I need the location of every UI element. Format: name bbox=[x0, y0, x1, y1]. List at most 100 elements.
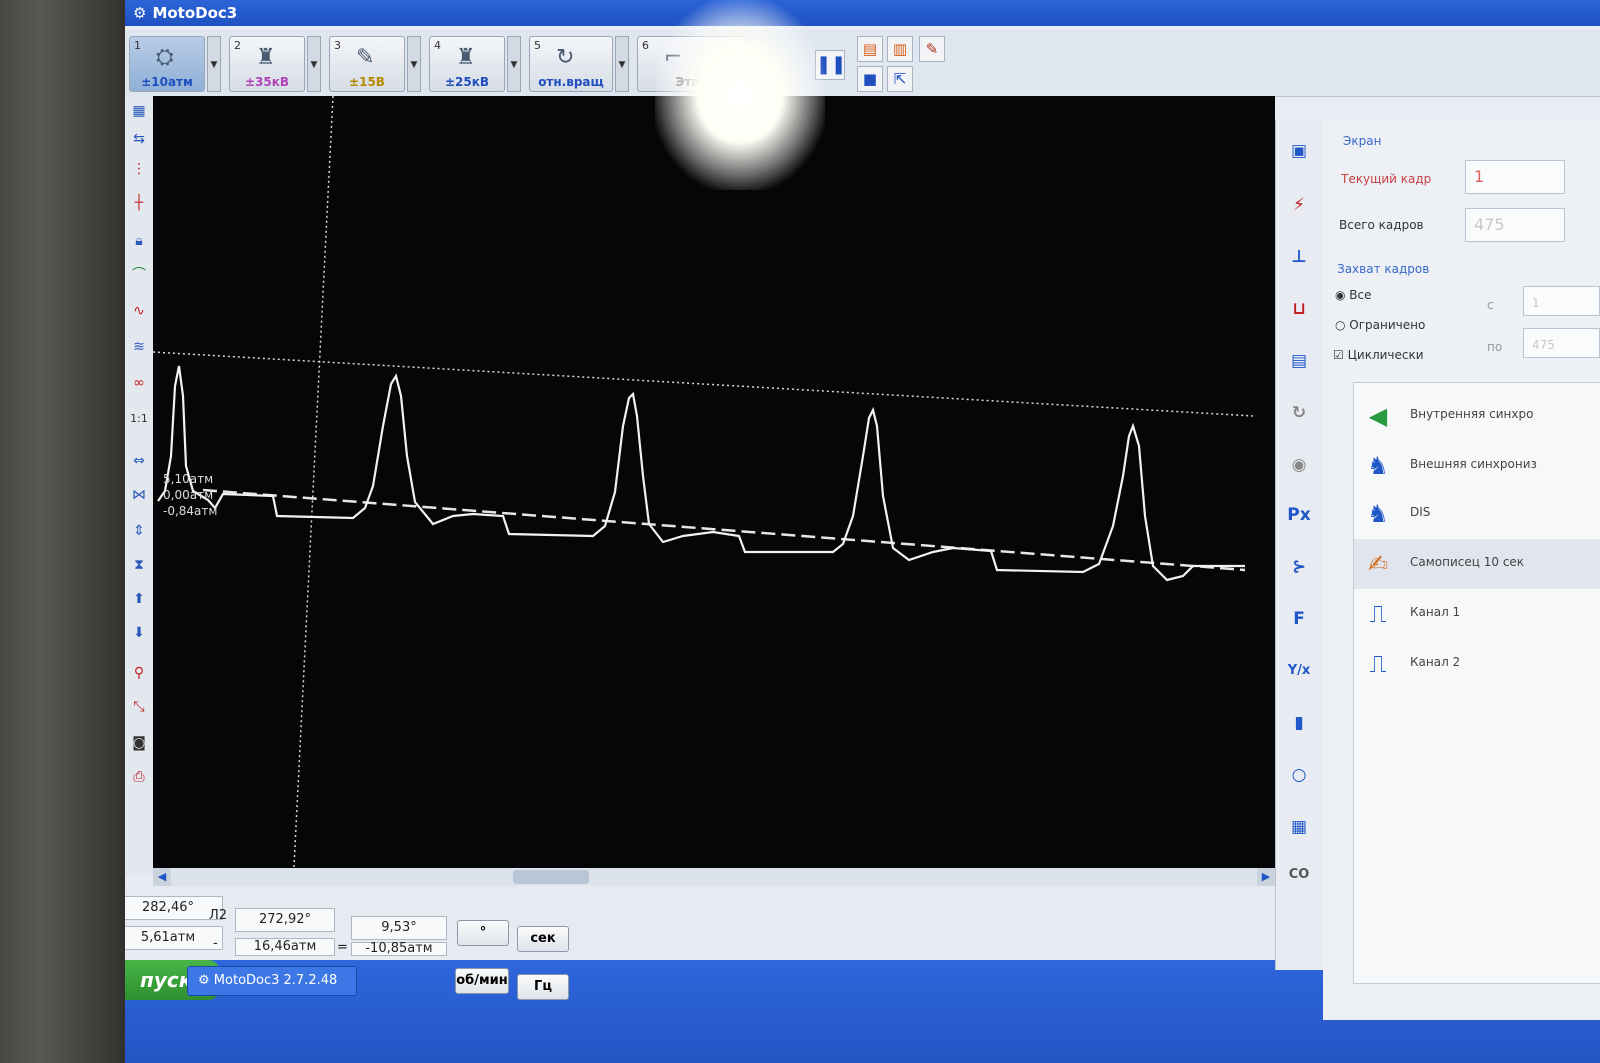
taskbar-item-motodoc[interactable]: ⚙ MotoDoc3 2.7.2.48 bbox=[187, 966, 357, 996]
px-button[interactable]: Px bbox=[1284, 500, 1314, 530]
pause-icon[interactable]: ❚❚ bbox=[815, 50, 846, 80]
list-item-selected[interactable]: ✍ Самописец 10 сек bbox=[1354, 539, 1600, 589]
refresh-icon[interactable]: ↻ bbox=[1284, 398, 1314, 428]
option-limited-radio[interactable]: ○ Ограничено bbox=[1335, 318, 1425, 332]
cursor-status-bar: Л1 282,46° 5,61атм Л2 - 272,92° 16,46атм… bbox=[125, 886, 1275, 956]
overlay-icon[interactable]: ∞ bbox=[128, 372, 150, 394]
mode-label: отн.вращ bbox=[538, 75, 604, 89]
toolbar: 1 ⛭ ±10атм ▼ 2 ♜ ±35кВ ▼ 3 ✎ ±15В ▼ 4 ♜ … bbox=[125, 30, 1600, 97]
calculator-icon[interactable]: ▦ bbox=[1284, 812, 1314, 842]
save-icon[interactable]: ■ bbox=[857, 66, 883, 92]
title-bar: ⚙ MotoDoc3 bbox=[125, 0, 1600, 26]
open-folder-icon[interactable]: ▤ bbox=[857, 36, 883, 62]
cursor-measure-icon[interactable]: ⊥ bbox=[1284, 242, 1314, 272]
co-button[interactable]: CO bbox=[1284, 860, 1314, 890]
mode-button-1[interactable]: 1 ⛭ ±10атм bbox=[129, 36, 205, 92]
monitor-icon[interactable]: ▣ bbox=[1284, 136, 1314, 166]
print-icon[interactable]: ⎙ bbox=[128, 766, 150, 788]
channel-2-icon: ⎍ bbox=[1369, 650, 1387, 678]
f-button[interactable]: F bbox=[1284, 604, 1314, 634]
wrench-icon[interactable]: ✎ bbox=[919, 36, 945, 62]
zoom-icon[interactable]: ⚲ bbox=[128, 662, 150, 684]
arrow-down-icon[interactable]: ⬇ bbox=[128, 622, 150, 644]
mode-button-4[interactable]: 4 ♜ ±25кВ bbox=[429, 36, 505, 92]
mode-4-dropdown[interactable]: ▼ bbox=[507, 36, 521, 92]
scroll-left-icon[interactable]: ◀ bbox=[153, 868, 171, 886]
readout-zero: 0,00атм bbox=[163, 488, 214, 502]
unit-seconds-button[interactable]: сек bbox=[517, 926, 569, 952]
filter-icon[interactable]: ⊱ bbox=[1284, 552, 1314, 582]
readout-min: -0,84атм bbox=[163, 504, 218, 518]
gear-icon: ⚙ bbox=[198, 973, 214, 988]
unit-hz-button[interactable]: Гц bbox=[517, 974, 569, 1000]
scale-1-1-icon[interactable]: 1:1 bbox=[128, 408, 150, 430]
rotation-icon: ↻ bbox=[556, 45, 575, 70]
mode-button-5[interactable]: 5 ↻ отн.вращ bbox=[529, 36, 613, 92]
scrollbar-thumb[interactable] bbox=[513, 870, 589, 884]
shrink-vertical-icon[interactable]: ⧗ bbox=[128, 554, 150, 576]
list-item-label: DIS bbox=[1410, 505, 1431, 519]
option-limited-label: Ограничено bbox=[1349, 318, 1426, 332]
settings-panel: Экран Текущий кадр 1 Всего кадров 475 За… bbox=[1323, 120, 1600, 1020]
multi-wave-icon[interactable]: ≋ bbox=[128, 336, 150, 358]
lock-icon[interactable]: 🔒︎ bbox=[128, 230, 150, 252]
list-item[interactable]: ◀ Внутренняя синхро bbox=[1354, 391, 1600, 441]
export-icon[interactable]: ⇱ bbox=[887, 66, 913, 92]
oscilloscope-display[interactable]: 5,10атм 0,00атм -0,84атм ◀ ▶ bbox=[153, 96, 1275, 886]
mode-2-dropdown[interactable]: ▼ bbox=[307, 36, 321, 92]
shrink-horizontal-icon[interactable]: ⋈ bbox=[128, 484, 150, 506]
camera-icon[interactable]: ◙ bbox=[128, 732, 150, 754]
list-item[interactable]: ⎍ Канал 2 bbox=[1354, 639, 1600, 689]
save-folder-icon[interactable]: ▥ bbox=[887, 36, 913, 62]
unit-rpm-button[interactable]: об/мин bbox=[455, 968, 509, 994]
list-item-label: Самописец 10 сек bbox=[1410, 555, 1525, 569]
total-frames-field: 475 bbox=[1465, 208, 1565, 242]
unit-degree-button[interactable]: ° bbox=[457, 920, 509, 946]
mode-button-3[interactable]: 3 ✎ ±15В bbox=[329, 36, 405, 92]
mode-button-2[interactable]: 2 ♜ ±35кВ bbox=[229, 36, 305, 92]
expand-vertical-icon[interactable]: ⇕ bbox=[128, 520, 150, 542]
mode-5-dropdown[interactable]: ▼ bbox=[615, 36, 629, 92]
mode-button-6[interactable]: 6 ⌐ Этал bbox=[637, 36, 747, 92]
horizontal-scrollbar[interactable]: ◀ ▶ bbox=[153, 868, 1275, 886]
from-input[interactable]: 1 bbox=[1523, 286, 1600, 316]
list-item[interactable]: ♞ Внешняя синхрониз bbox=[1354, 441, 1600, 491]
screen-section-title: Экран bbox=[1343, 134, 1382, 148]
mode-3-dropdown[interactable]: ▼ bbox=[407, 36, 421, 92]
to-input[interactable]: 475 bbox=[1523, 328, 1600, 358]
option-all-radio[interactable]: ◉ Все bbox=[1335, 288, 1372, 302]
sync-icon[interactable]: ⚡ bbox=[1284, 190, 1314, 220]
curve-icon[interactable]: ⌒ bbox=[128, 264, 150, 286]
l2-value-field: 16,46атм bbox=[235, 938, 335, 956]
mode-number: 1 bbox=[134, 39, 141, 52]
piston-icon: ⛭ bbox=[156, 45, 174, 70]
mode-number: 3 bbox=[334, 39, 341, 52]
l1-value-field: 5,61атм bbox=[125, 926, 223, 950]
arrow-up-icon[interactable]: ⬆ bbox=[128, 588, 150, 610]
list-item[interactable]: ♞ DIS bbox=[1354, 489, 1600, 539]
wave-icon[interactable]: ∿ bbox=[128, 300, 150, 322]
scale-720-icon[interactable]: ⇆ bbox=[128, 128, 150, 150]
battery-icon[interactable]: ▮ bbox=[1284, 708, 1314, 738]
grid-icon[interactable]: ▦ bbox=[128, 100, 150, 122]
memory-icon[interactable]: ▤ bbox=[1284, 346, 1314, 376]
dis-icon: ♞ bbox=[1367, 500, 1389, 528]
expand-horizontal-icon[interactable]: ⇔ bbox=[128, 450, 150, 472]
circle-icon[interactable]: ○ bbox=[1284, 760, 1314, 790]
left-toolbar: ▦ ⇆ ⋮ ┼ 🔒︎ ⌒ ∿ ≋ ∞ 1:1 ⇔ ⋈ ⇕ ⧗ ⬆ ⬇ ⚲ ⤡ ◙… bbox=[125, 96, 154, 876]
vertical-cursor-line[interactable] bbox=[292, 96, 334, 886]
waveform-svg bbox=[153, 96, 1254, 886]
yx-button[interactable]: Y/x bbox=[1284, 656, 1314, 686]
option-cyclic-checkbox[interactable]: ☑ Циклически bbox=[1333, 348, 1424, 362]
recorder-icon: ✍ bbox=[1367, 550, 1389, 578]
record-icon[interactable]: ◉ bbox=[1284, 450, 1314, 480]
scroll-right-icon[interactable]: ▶ bbox=[1257, 868, 1275, 886]
start-label: пуск bbox=[140, 968, 193, 992]
interval-icon[interactable]: ⊔ bbox=[1284, 294, 1314, 324]
measure-icon[interactable]: ⤡ bbox=[128, 696, 150, 718]
list-item[interactable]: ⎍ Канал 1 bbox=[1354, 589, 1600, 639]
current-frame-input[interactable]: 1 bbox=[1465, 160, 1565, 194]
marker-icon[interactable]: ┼ bbox=[128, 192, 150, 214]
cursor-icon[interactable]: ⋮ bbox=[128, 158, 150, 180]
mode-1-dropdown[interactable]: ▼ bbox=[207, 36, 221, 92]
